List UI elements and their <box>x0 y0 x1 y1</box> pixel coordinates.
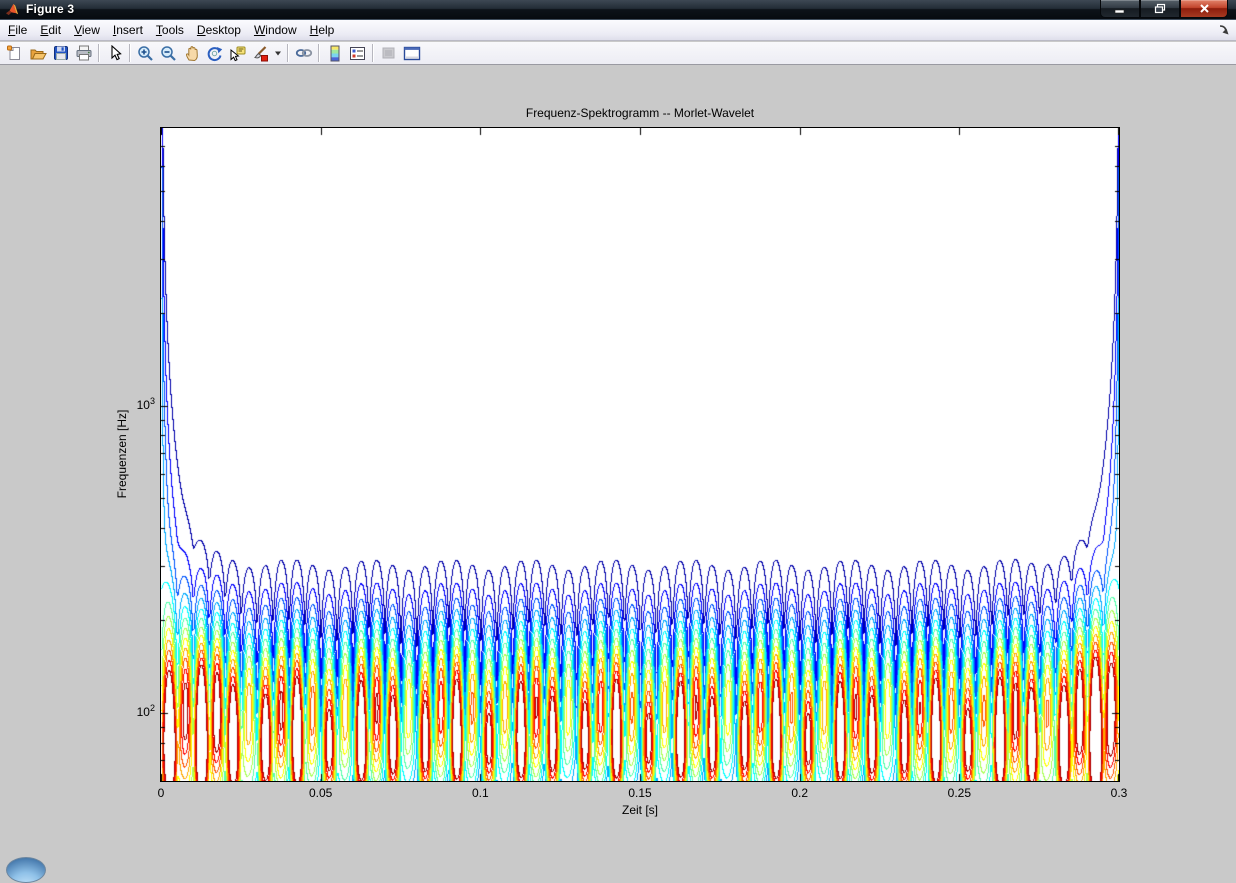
menu-item-edit[interactable]: Edit <box>35 21 69 40</box>
title-bar[interactable]: Figure 3 <box>0 0 1236 20</box>
toolbar-separator <box>129 44 131 62</box>
save-figure-button[interactable] <box>49 43 72 64</box>
toolbar-separator <box>372 44 374 62</box>
menu-item-tools[interactable]: Tools <box>151 21 192 40</box>
insert-colorbar-icon <box>329 45 341 62</box>
cursor-arrow-button[interactable] <box>103 43 126 64</box>
zoom-out-button[interactable] <box>157 43 180 64</box>
link-plots-button[interactable] <box>292 43 315 64</box>
x-tick-label-0.25: 0.25 <box>929 786 989 800</box>
menu-item-insert[interactable]: Insert <box>108 21 151 40</box>
data-cursor-button[interactable] <box>226 43 249 64</box>
x-tick-label-0.1: 0.1 <box>450 786 510 800</box>
brush-dropdown[interactable] <box>272 43 284 64</box>
menu-item-window[interactable]: Window <box>249 21 305 40</box>
matlab-logo-icon <box>5 2 20 17</box>
new-file-icon <box>6 45 23 62</box>
data-cursor-icon <box>229 45 246 62</box>
brush-icon <box>252 45 269 62</box>
hide-plot-tools-icon <box>381 46 396 60</box>
x-axis-label: Zeit [s] <box>161 803 1119 817</box>
link-plots-icon <box>295 46 313 60</box>
zoom-in-button[interactable] <box>134 43 157 64</box>
x-tick-label-0.3: 0.3 <box>1089 786 1149 800</box>
restore-icon <box>1154 3 1166 14</box>
pan-hand-icon <box>184 45 200 62</box>
figure-toolbar <box>0 42 1236 65</box>
contour-plot[interactable] <box>161 128 1119 781</box>
window-controls <box>1100 0 1228 18</box>
brush-button[interactable] <box>249 43 272 64</box>
open-file-button[interactable] <box>26 43 49 64</box>
desktop: { "window": { "title": "Figure 3" }, "me… <box>0 0 1236 870</box>
x-tick-label-0.05: 0.05 <box>291 786 351 800</box>
dock-figure-icon[interactable] <box>1218 24 1230 36</box>
figure-canvas-area: Frequenz-Spektrogramm -- Morlet-Wavelet … <box>0 66 1236 870</box>
y-tick-label-10e3: 103 <box>103 396 155 412</box>
menu-bar: FileEditViewInsertToolsDesktopWindowHelp <box>0 20 1236 41</box>
x-tick-label-0.15: 0.15 <box>610 786 670 800</box>
cursor-arrow-icon <box>108 45 122 61</box>
toolbar-separator <box>318 44 320 62</box>
new-file-button[interactable] <box>3 43 26 64</box>
start-orb[interactable] <box>6 857 46 883</box>
insert-legend-button[interactable] <box>346 43 369 64</box>
toolbar-separator <box>98 44 100 62</box>
zoom-out-icon <box>160 45 177 62</box>
show-plot-tools-button[interactable] <box>400 43 423 64</box>
close-button[interactable] <box>1180 0 1228 18</box>
close-icon <box>1199 3 1210 14</box>
menu-item-view[interactable]: View <box>69 21 108 40</box>
insert-legend-icon <box>349 46 366 61</box>
restore-button[interactable] <box>1140 0 1180 18</box>
print-figure-icon <box>75 45 93 61</box>
show-plot-tools-icon <box>403 46 421 61</box>
menu-item-help[interactable]: Help <box>305 21 343 40</box>
axes-box <box>160 127 1120 782</box>
rotate-3d-button[interactable] <box>203 43 226 64</box>
save-figure-icon <box>53 45 69 61</box>
plot-title: Frequenz-Spektrogramm -- Morlet-Wavelet <box>161 106 1119 120</box>
y-axis-label: Frequenzen [Hz] <box>115 290 129 618</box>
menu-item-desktop[interactable]: Desktop <box>192 21 249 40</box>
minimize-icon <box>1114 4 1126 14</box>
print-figure-button[interactable] <box>72 43 95 64</box>
menu-item-file[interactable]: File <box>3 21 35 40</box>
rotate-3d-icon <box>206 45 223 62</box>
brush-dropdown-icon <box>274 49 282 57</box>
open-file-icon <box>29 45 47 62</box>
minimize-button[interactable] <box>1100 0 1140 18</box>
hide-plot-tools-button <box>377 43 400 64</box>
toolbar-separator <box>287 44 289 62</box>
window-title: Figure 3 <box>26 2 74 16</box>
x-tick-label-0.2: 0.2 <box>770 786 830 800</box>
zoom-in-icon <box>137 45 154 62</box>
x-tick-label-0: 0 <box>131 786 191 800</box>
y-tick-label-10e2: 102 <box>103 703 155 719</box>
insert-colorbar-button[interactable] <box>323 43 346 64</box>
pan-hand-button[interactable] <box>180 43 203 64</box>
